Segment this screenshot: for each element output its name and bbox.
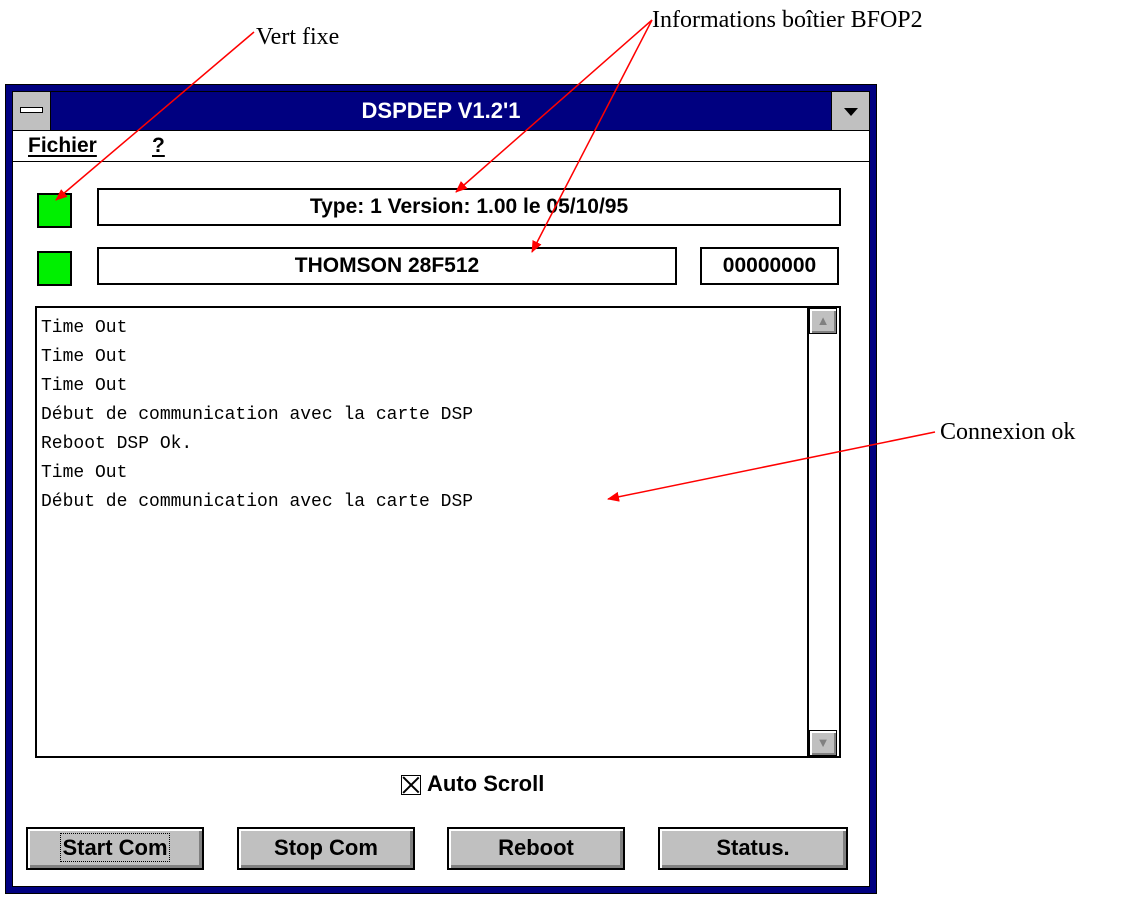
minimize-icon — [844, 108, 858, 116]
type-version-field: Type: 1 Version: 1.00 le 05/10/95 — [97, 188, 841, 226]
auto-scroll-checkbox[interactable] — [401, 775, 421, 795]
title-bar[interactable]: DSPDEP V1.2'1 — [13, 92, 869, 131]
log-line: Time Out — [41, 318, 128, 338]
menu-fichier[interactable]: Fichier — [28, 134, 97, 158]
log-line: Time Out — [41, 463, 128, 483]
minimize-button[interactable] — [831, 92, 869, 130]
auto-scroll-label: Auto Scroll — [427, 771, 545, 796]
log-scrollbar[interactable]: ▲ ▼ — [807, 308, 839, 756]
app-window: DSPDEP V1.2'1 Fichier ? Type: 1 Version:… — [5, 84, 877, 894]
counter-field: 00000000 — [700, 247, 839, 285]
system-menu-icon — [20, 107, 43, 113]
status-led-2 — [37, 251, 72, 286]
status-led-1 — [37, 193, 72, 228]
log-line: Début de communication avec la carte DSP — [41, 492, 474, 512]
chip-field: THOMSON 28F512 — [97, 247, 677, 285]
log-line: Time Out — [41, 347, 128, 367]
log-line: Début de communication avec la carte DSP — [41, 405, 474, 425]
menu-bar: Fichier ? — [13, 131, 869, 162]
status-button[interactable]: Status. — [658, 827, 848, 870]
window-title: DSPDEP V1.2'1 — [361, 98, 521, 123]
log-line: Reboot DSP Ok. — [41, 434, 193, 454]
log-listbox[interactable]: Time Out Time Out Time Out Début de comm… — [35, 306, 841, 758]
scroll-down-icon[interactable]: ▼ — [809, 730, 837, 756]
log-lines: Time Out Time Out Time Out Début de comm… — [41, 314, 803, 517]
stop-com-button[interactable]: Stop Com — [237, 827, 415, 870]
window-client: DSPDEP V1.2'1 Fichier ? Type: 1 Version:… — [12, 91, 870, 887]
annotation-connexion-ok: Connexion ok — [940, 419, 1076, 445]
annotation-informations: Informations boîtier BFOP2 — [652, 7, 923, 33]
start-com-label: Start Com — [60, 833, 170, 862]
start-com-button[interactable]: Start Com — [26, 827, 204, 870]
log-line: Time Out — [41, 376, 128, 396]
reboot-button[interactable]: Reboot — [447, 827, 625, 870]
annotation-vert-fixe: Vert fixe — [256, 24, 340, 50]
scroll-up-icon[interactable]: ▲ — [809, 308, 837, 334]
system-menu-button[interactable] — [13, 92, 51, 130]
menu-help[interactable]: ? — [152, 134, 165, 158]
